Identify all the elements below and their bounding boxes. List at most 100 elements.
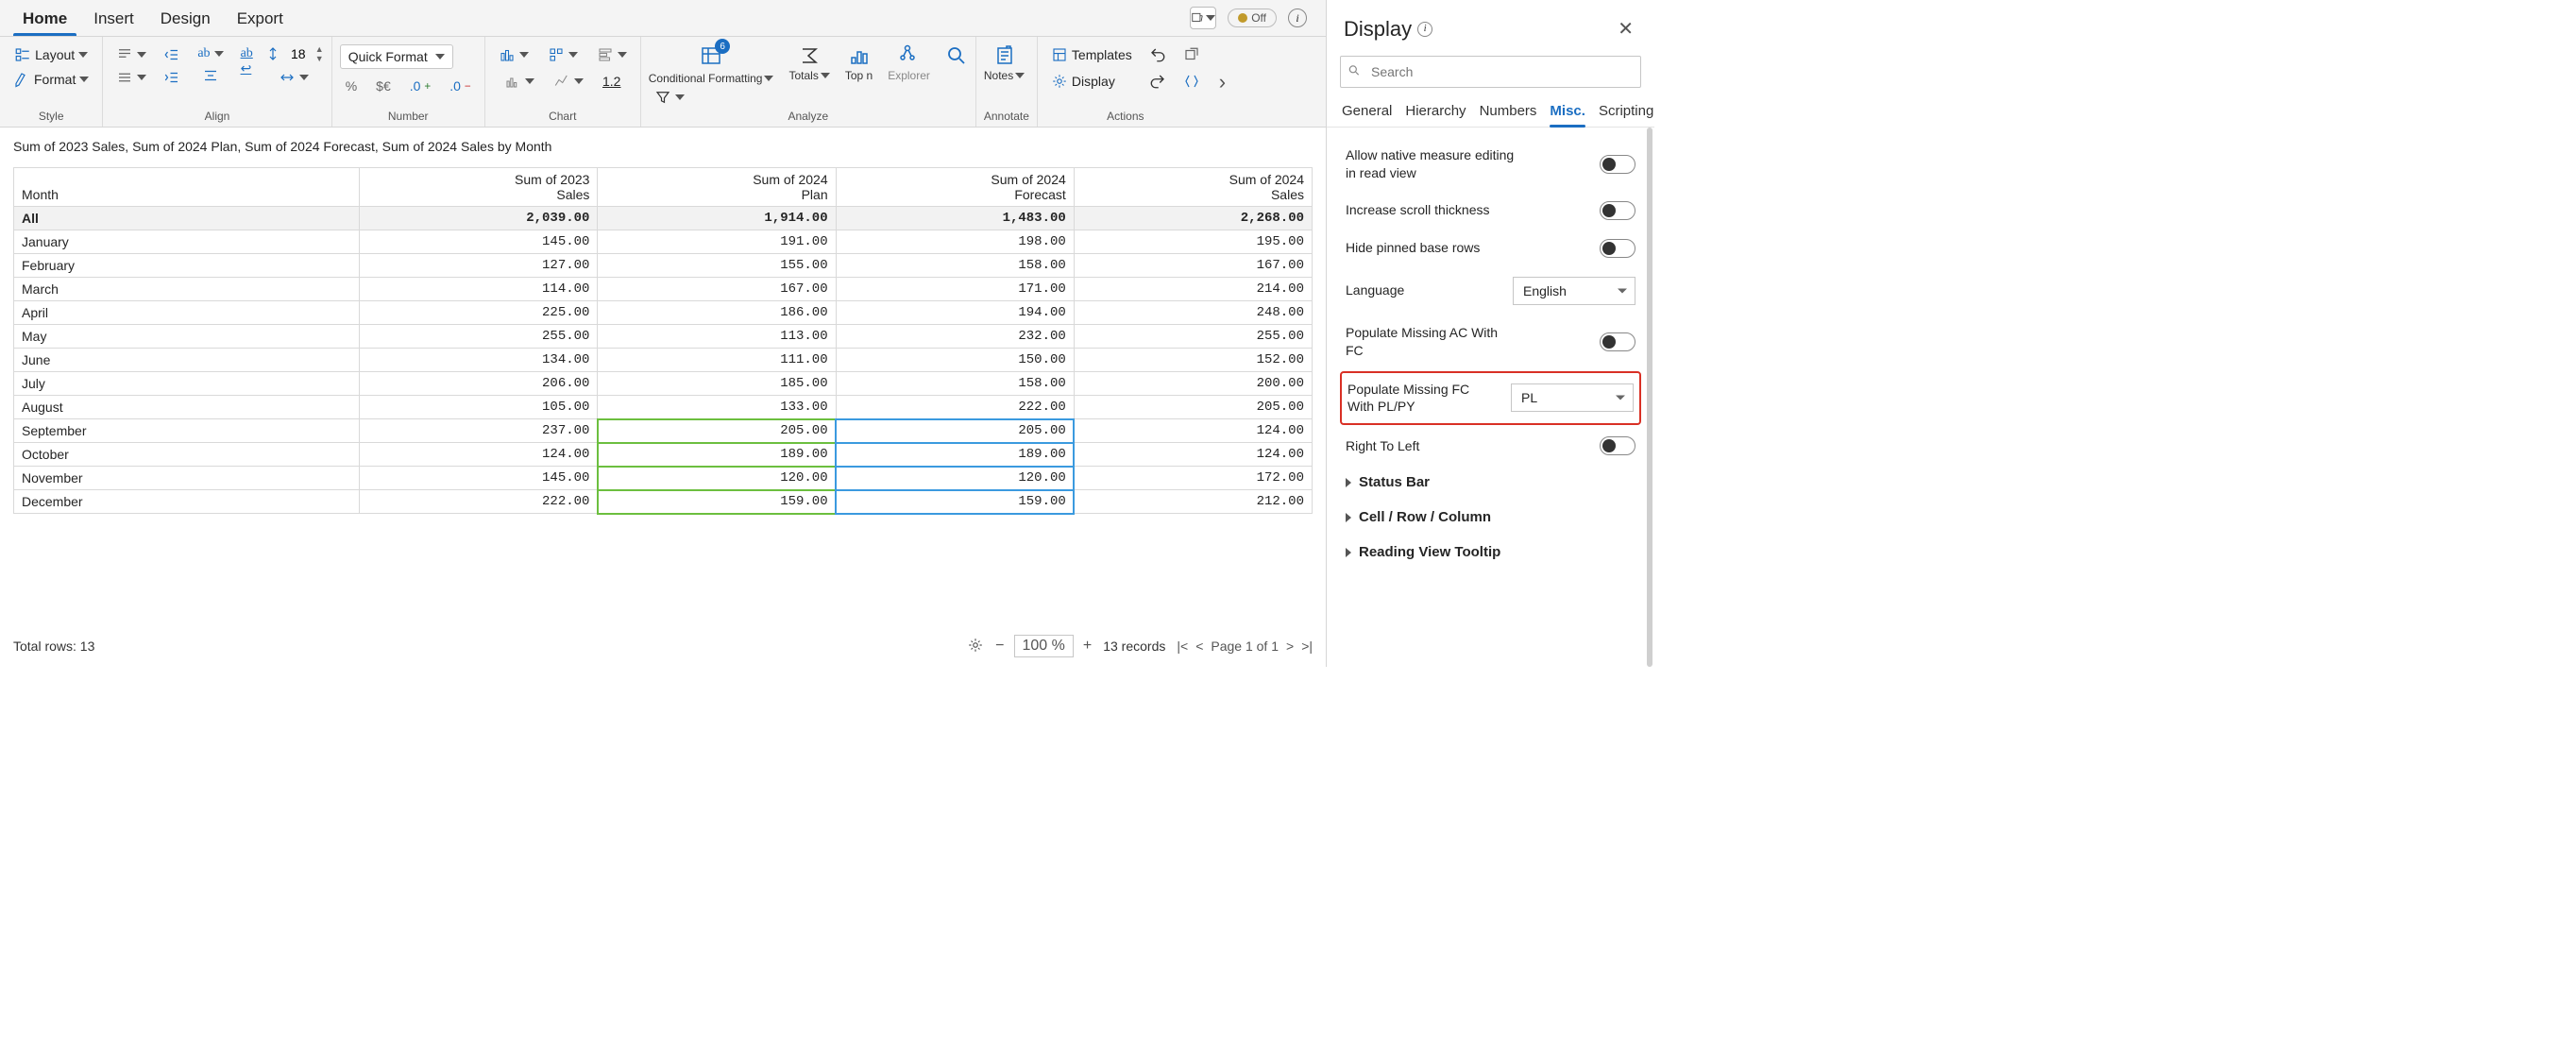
cell[interactable]: 186.00 — [598, 301, 836, 325]
zoom-in-icon[interactable]: + — [1083, 638, 1092, 655]
table-row[interactable]: November145.00120.00120.00172.00 — [14, 467, 1313, 490]
search-button[interactable] — [945, 44, 968, 67]
table-row[interactable]: June134.00111.00150.00152.00 — [14, 349, 1313, 372]
layout-button[interactable]: Layout — [8, 44, 93, 65]
cell[interactable]: 222.00 — [360, 490, 598, 514]
redo-icon[interactable] — [1144, 71, 1172, 92]
decimal-places-button[interactable]: 1.2 — [597, 72, 626, 91]
col-2024-forecast[interactable]: Sum of 2024Forecast — [836, 168, 1074, 207]
cell[interactable]: 195.00 — [1074, 230, 1312, 254]
toggle-native-edit[interactable] — [1600, 155, 1635, 174]
close-panel-icon[interactable]: ✕ — [1614, 13, 1637, 44]
align-top-icon[interactable] — [110, 44, 152, 65]
cell[interactable]: 113.00 — [598, 325, 836, 349]
panel-info-icon[interactable]: i — [1417, 22, 1432, 37]
cell[interactable]: 158.00 — [836, 254, 1074, 278]
cell[interactable]: All — [14, 207, 360, 230]
wrap-text-ab2-icon[interactable]: ab↩ — [235, 44, 259, 79]
panel-body[interactable]: Allow native measure editing in read vie… — [1327, 128, 1654, 667]
cell[interactable]: 158.00 — [836, 372, 1074, 396]
toggle-pop-ac[interactable] — [1600, 332, 1635, 351]
cell[interactable]: 205.00 — [1074, 396, 1312, 419]
display-button[interactable]: Display — [1045, 71, 1121, 92]
cell[interactable]: January — [14, 230, 360, 254]
font-size-input[interactable] — [285, 46, 312, 61]
tab-export[interactable]: Export — [224, 0, 297, 36]
cell[interactable]: 145.00 — [360, 467, 598, 490]
cell[interactable]: February — [14, 254, 360, 278]
chart-type2-icon[interactable] — [542, 44, 584, 65]
cell[interactable]: 133.00 — [598, 396, 836, 419]
info-icon[interactable]: i — [1288, 9, 1307, 27]
table-view-icon[interactable] — [1190, 7, 1216, 29]
action-icon-2[interactable] — [1178, 71, 1206, 92]
section-status-bar[interactable]: Status Bar — [1342, 465, 1639, 500]
toggle-scroll[interactable] — [1600, 201, 1635, 220]
cell[interactable]: 167.00 — [598, 278, 836, 301]
table-row[interactable]: September237.00205.00205.00124.00 — [14, 419, 1313, 443]
spin-up-icon[interactable]: ▲ — [315, 44, 324, 54]
cell[interactable]: 185.00 — [598, 372, 836, 396]
column-width-icon[interactable] — [273, 67, 314, 88]
distribute-icon[interactable] — [196, 65, 225, 86]
cell[interactable]: 189.00 — [598, 443, 836, 467]
action-icon-1[interactable] — [1178, 44, 1206, 65]
cell[interactable]: 2,039.00 — [360, 207, 598, 230]
ptab-misc[interactable]: Misc. — [1550, 95, 1585, 127]
conditional-formatting-button[interactable]: 6 Conditional Formatting — [649, 44, 774, 85]
zoom-out-icon[interactable]: − — [995, 638, 1004, 655]
cell[interactable]: 124.00 — [360, 443, 598, 467]
cell[interactable]: 1,483.00 — [836, 207, 1074, 230]
cell[interactable]: 145.00 — [360, 230, 598, 254]
chart-bar-icon[interactable] — [499, 71, 540, 92]
indent-decrease-icon[interactable] — [158, 44, 186, 65]
tab-home[interactable]: Home — [9, 0, 80, 36]
cell[interactable]: April — [14, 301, 360, 325]
cell[interactable]: March — [14, 278, 360, 301]
spin-down-icon[interactable]: ▼ — [315, 54, 324, 63]
undo-icon[interactable] — [1144, 44, 1172, 65]
section-cell-row[interactable]: Cell / Row / Column — [1342, 500, 1639, 535]
cell[interactable]: June — [14, 349, 360, 372]
cell[interactable]: 1,914.00 — [598, 207, 836, 230]
cell[interactable]: May — [14, 325, 360, 349]
col-month[interactable]: Month — [14, 168, 360, 207]
table-row[interactable]: February127.00155.00158.00167.00 — [14, 254, 1313, 278]
select-pop-fc[interactable]: PL — [1511, 383, 1634, 412]
table-row[interactable]: March114.00167.00171.00214.00 — [14, 278, 1313, 301]
table-row[interactable]: August105.00133.00222.00205.00 — [14, 396, 1313, 419]
cell[interactable]: August — [14, 396, 360, 419]
cell[interactable]: 134.00 — [360, 349, 598, 372]
cell[interactable]: 2,268.00 — [1074, 207, 1312, 230]
tab-design[interactable]: Design — [147, 0, 224, 36]
percent-icon[interactable]: % — [340, 77, 363, 95]
cell[interactable]: July — [14, 372, 360, 396]
page-prev-icon[interactable]: < — [1195, 639, 1203, 654]
cell[interactable]: 114.00 — [360, 278, 598, 301]
cell[interactable]: 120.00 — [836, 467, 1074, 490]
align-middle-icon[interactable] — [110, 67, 152, 88]
cell[interactable]: 191.00 — [598, 230, 836, 254]
format-button[interactable]: Format — [8, 69, 94, 90]
cell[interactable]: 167.00 — [1074, 254, 1312, 278]
chart-line-icon[interactable] — [548, 71, 589, 92]
page-last-icon[interactable]: >| — [1301, 639, 1313, 654]
filter-icon[interactable] — [649, 87, 690, 108]
panel-search-input[interactable] — [1340, 56, 1641, 88]
row-height-spinner[interactable]: ▲▼ — [264, 44, 324, 63]
cell[interactable]: September — [14, 419, 360, 443]
cell[interactable]: 171.00 — [836, 278, 1074, 301]
ptab-scripting[interactable]: Scripting — [1599, 95, 1653, 127]
section-reading-tooltip[interactable]: Reading View Tooltip — [1342, 535, 1639, 570]
currency-icon[interactable]: $€ — [370, 77, 397, 95]
quick-format-select[interactable]: Quick Format — [340, 44, 453, 69]
table-row[interactable]: May255.00113.00232.00255.00 — [14, 325, 1313, 349]
explorer-button[interactable]: Explorer — [888, 44, 930, 82]
cell[interactable]: 127.00 — [360, 254, 598, 278]
chart-type1-icon[interactable] — [493, 44, 534, 65]
toggle-hide-pinned[interactable] — [1600, 239, 1635, 258]
cell[interactable]: 124.00 — [1074, 443, 1312, 467]
cell[interactable]: 206.00 — [360, 372, 598, 396]
cell[interactable]: 120.00 — [598, 467, 836, 490]
ribbon-overflow-icon[interactable]: › — [1213, 70, 1231, 94]
